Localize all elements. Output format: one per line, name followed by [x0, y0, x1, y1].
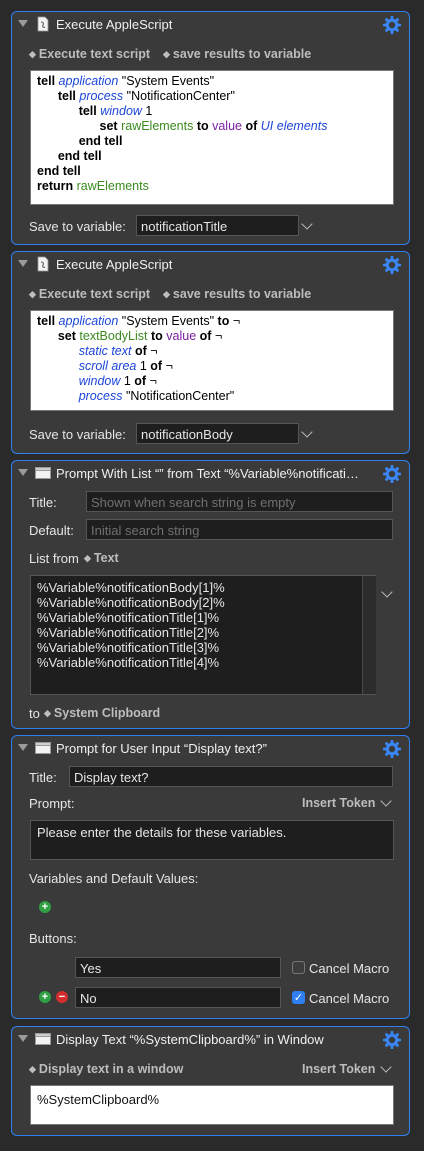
list-item: %Variable%notificationBody[1]% [37, 580, 225, 595]
list-items-editor[interactable]: %Variable%notificationBody[1]% %Variable… [30, 575, 376, 695]
display-text-area[interactable]: %SystemClipboard% [30, 1085, 394, 1125]
action-prompt-for-user-input[interactable]: Prompt for User Input “Display text?” Ti… [11, 735, 410, 1019]
destination-popup[interactable]: ◆ System Clipboard [44, 706, 160, 720]
prompt-text-area[interactable]: Please enter the details for these varia… [30, 820, 394, 860]
chevron-down-icon[interactable] [301, 426, 313, 438]
action-header[interactable]: Prompt With List “” from Text “%Variable… [12, 461, 409, 487]
script-source-popup[interactable]: ◆ Execute text script [29, 47, 150, 61]
action-execute-applescript-2[interactable]: Execute AppleScript ◆ Execute text script… [11, 251, 410, 454]
variable-name-field[interactable]: notificationBody [136, 423, 299, 444]
script-editor[interactable]: tell application "System Events" tell pr… [30, 70, 394, 205]
title-input[interactable]: Shown when search string is empty [86, 491, 393, 512]
gear-icon[interactable] [382, 739, 402, 759]
collapse-triangle-icon[interactable] [18, 20, 28, 27]
window-icon [35, 742, 51, 754]
cancel-macro-checkbox-no[interactable]: ✓ [292, 991, 305, 1004]
window-icon [35, 1033, 51, 1045]
action-prompt-with-list[interactable]: Prompt With List “” from Text “%Variable… [11, 460, 410, 729]
display-mode-popup[interactable]: ◆ Display text in a window [29, 1062, 183, 1076]
button-name-field-no[interactable]: No [75, 987, 281, 1008]
default-label: Default: [29, 523, 74, 538]
save-to-variable-label: Save to variable: [29, 427, 126, 442]
cancel-macro-checkbox-yes[interactable] [292, 961, 305, 974]
script-editor[interactable]: tell application "System Events" to ¬ se… [30, 310, 394, 411]
variable-name-field[interactable]: notificationTitle [136, 215, 299, 236]
action-title: Display Text “%SystemClipboard%” in Wind… [56, 1032, 324, 1047]
chevron-down-icon[interactable] [380, 795, 392, 807]
applescript-icon [37, 16, 49, 32]
title-input[interactable]: Display text? [69, 766, 393, 787]
list-item: %Variable%notificationTitle[4]% [37, 655, 220, 670]
remove-button-icon[interactable]: − [56, 991, 68, 1003]
default-input[interactable]: Initial search string [86, 519, 393, 540]
list-from-popup[interactable]: ◆ Text [84, 551, 119, 565]
gear-icon[interactable] [382, 1030, 402, 1050]
list-item: %Variable%notificationBody[2]% [37, 595, 225, 610]
action-display-text[interactable]: Display Text “%SystemClipboard%” in Wind… [11, 1026, 410, 1136]
collapse-triangle-icon[interactable] [18, 744, 28, 751]
list-item: %Variable%notificationTitle[2]% [37, 625, 220, 640]
collapse-triangle-icon[interactable] [18, 469, 28, 476]
action-title: Prompt for User Input “Display text?” [56, 741, 267, 756]
applescript-icon [37, 256, 49, 272]
insert-token-button[interactable]: Insert Token [302, 1062, 375, 1076]
action-title: Prompt With List “” from Text “%Variable… [56, 466, 359, 481]
save-to-variable-label: Save to variable: [29, 219, 126, 234]
variables-label: Variables and Default Values: [29, 871, 199, 886]
cancel-macro-label: Cancel Macro [309, 961, 390, 976]
results-popup[interactable]: ◆ save results to variable [163, 287, 311, 301]
action-header[interactable]: Execute AppleScript [12, 12, 409, 38]
button-name-field-yes[interactable]: Yes [75, 957, 281, 978]
action-header[interactable]: Execute AppleScript [12, 252, 409, 278]
to-label: to [29, 706, 40, 721]
window-icon [35, 467, 51, 479]
collapse-triangle-icon[interactable] [18, 1035, 28, 1042]
list-from-label: List from [29, 551, 79, 566]
buttons-label: Buttons: [29, 931, 77, 946]
gear-icon[interactable] [382, 15, 402, 35]
chevron-down-icon[interactable] [301, 218, 313, 230]
list-item: %Variable%notificationTitle[3]% [37, 640, 220, 655]
action-title: Execute AppleScript [56, 257, 173, 272]
results-popup[interactable]: ◆ save results to variable [163, 47, 311, 61]
action-title: Execute AppleScript [56, 17, 173, 32]
collapse-triangle-icon[interactable] [18, 260, 28, 267]
gear-icon[interactable] [382, 464, 402, 484]
action-execute-applescript-1[interactable]: Execute AppleScript ◆ Execute text script… [11, 11, 410, 245]
chevron-down-icon[interactable] [381, 586, 393, 598]
insert-token-button[interactable]: Insert Token [302, 796, 375, 810]
list-scrollbar[interactable] [362, 576, 376, 694]
gear-icon[interactable] [382, 255, 402, 275]
add-button-icon[interactable]: + [39, 991, 51, 1003]
list-item: %Variable%notificationTitle[1]% [37, 610, 220, 625]
cancel-macro-label: Cancel Macro [309, 991, 390, 1006]
title-label: Title: [29, 495, 57, 510]
script-source-popup[interactable]: ◆ Execute text script [29, 287, 150, 301]
chevron-down-icon[interactable] [380, 1061, 392, 1073]
action-header[interactable]: Prompt for User Input “Display text?” [12, 736, 409, 762]
title-label: Title: [29, 770, 57, 785]
add-variable-icon[interactable]: + [39, 901, 51, 913]
prompt-label: Prompt: [29, 796, 75, 811]
action-header[interactable]: Display Text “%SystemClipboard%” in Wind… [12, 1027, 409, 1053]
